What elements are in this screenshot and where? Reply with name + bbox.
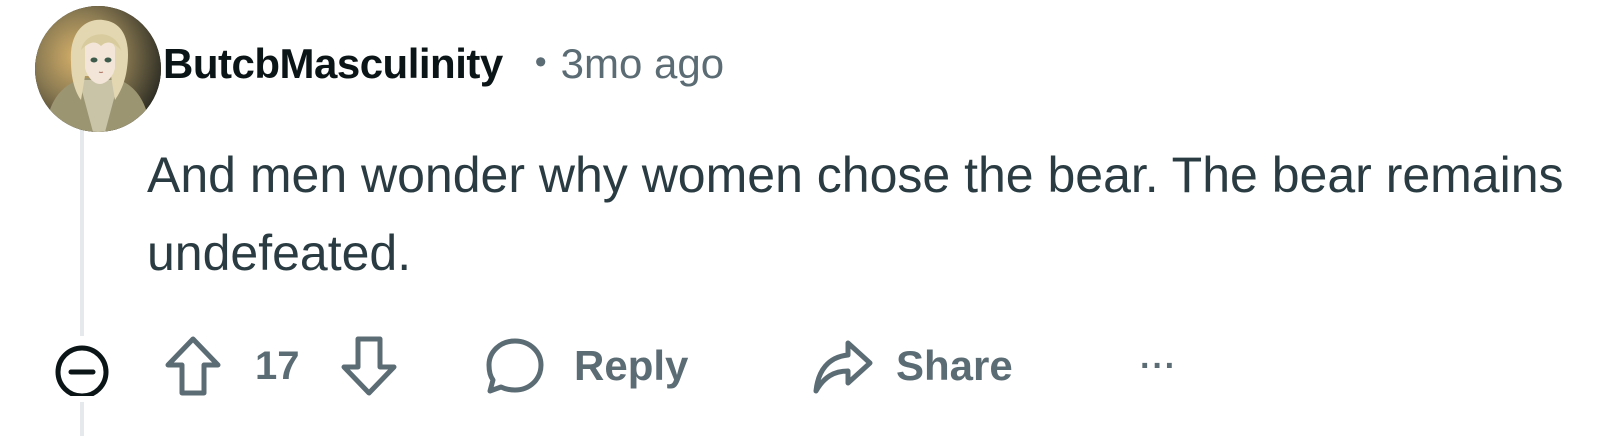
minus-circle-icon [55, 345, 109, 396]
more-options-icon: ··· [1140, 346, 1177, 385]
thread-line-continuation [80, 402, 84, 436]
avatar[interactable] [35, 6, 161, 132]
collapse-button[interactable] [52, 330, 112, 402]
upvote-button[interactable] [162, 330, 224, 402]
vote-count: 17 [255, 343, 300, 388]
comment-header: ButcbMasculinity • 3mo ago [163, 34, 724, 94]
share-arrow-icon [813, 340, 873, 394]
arrow-up-icon [165, 336, 221, 396]
anime-character-avatar-icon [35, 6, 161, 132]
reply-label: Reply [574, 342, 689, 389]
comment-body: And men wonder why women chose the bear.… [147, 147, 1564, 281]
username[interactable]: ButcbMasculinity [163, 40, 503, 88]
timestamp[interactable]: 3mo ago [561, 40, 724, 88]
share-label: Share [896, 342, 1013, 389]
more-options-button[interactable]: ··· [1140, 330, 1177, 402]
separator-dot: • [534, 42, 547, 81]
reply-button[interactable]: Reply [484, 330, 688, 402]
arrow-down-icon [341, 336, 397, 396]
comment-actions: 17 Reply Share ··· [50, 330, 1250, 402]
downvote-button[interactable] [338, 330, 400, 402]
thread-line [80, 128, 84, 336]
speech-bubble-icon [486, 338, 544, 394]
share-button[interactable]: Share [810, 330, 1013, 402]
